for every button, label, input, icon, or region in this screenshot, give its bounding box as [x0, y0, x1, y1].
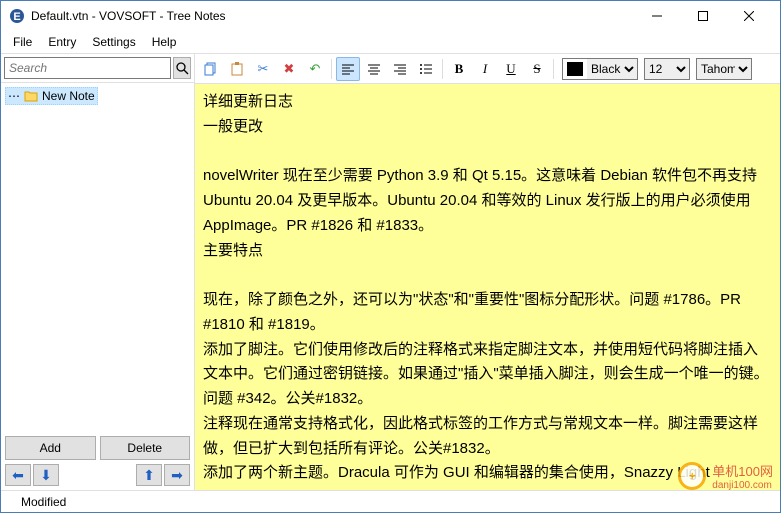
- menubar: File Entry Settings Help: [1, 31, 780, 53]
- italic-icon[interactable]: I: [473, 57, 497, 81]
- expand-icon: ⋯: [8, 89, 20, 103]
- tree-item-new-note[interactable]: ⋯ New Note: [5, 87, 98, 105]
- font-size-select[interactable]: 12: [644, 58, 690, 80]
- menu-entry[interactable]: Entry: [40, 33, 84, 51]
- menu-settings[interactable]: Settings: [84, 33, 143, 51]
- tree-view[interactable]: ⋯ New Note: [1, 83, 194, 432]
- editor-area[interactable]: 详细更新日志 一般更改 novelWriter 现在至少需要 Python 3.…: [195, 84, 780, 490]
- copy-icon[interactable]: [199, 57, 223, 81]
- watermark: + 单机100网 danji100.com: [678, 461, 773, 491]
- main-area: ⋯ New Note Add Delete ⬅ ⬇ ⬆ ➡ ✂ ✖ ↶: [1, 53, 780, 490]
- svg-text:E: E: [13, 11, 20, 23]
- color-swatch: [567, 62, 583, 76]
- nav-prev-button[interactable]: ⬅: [5, 464, 31, 486]
- cut-icon[interactable]: ✂: [251, 57, 275, 81]
- undo-icon[interactable]: ↶: [303, 57, 327, 81]
- underline-icon[interactable]: U: [499, 57, 523, 81]
- watermark-plus-icon: +: [678, 462, 706, 490]
- list-icon[interactable]: [414, 57, 438, 81]
- watermark-brand: 单机100网: [712, 461, 773, 480]
- close-button[interactable]: [726, 2, 772, 30]
- statusbar: Modified: [1, 490, 780, 512]
- separator: [553, 59, 554, 79]
- strikethrough-icon[interactable]: S: [525, 57, 549, 81]
- font-name-select[interactable]: Tahoma: [696, 58, 752, 80]
- nav-up-button[interactable]: ⬆: [136, 464, 162, 486]
- bold-icon[interactable]: B: [447, 57, 471, 81]
- paste-icon[interactable]: [225, 57, 249, 81]
- window-title: Default.vtn - VOVSOFT - Tree Notes: [31, 9, 634, 23]
- tree-button-row: Add Delete: [1, 432, 194, 464]
- delete-button[interactable]: Delete: [100, 436, 191, 460]
- nav-down-button[interactable]: ⬇: [33, 464, 59, 486]
- tree-item-label: New Note: [42, 89, 95, 103]
- watermark-site: danji100.com: [712, 480, 773, 491]
- align-center-icon[interactable]: [362, 57, 386, 81]
- app-icon: E: [9, 8, 25, 24]
- search-input[interactable]: [4, 57, 171, 79]
- status-modified: Modified: [21, 495, 66, 509]
- menu-file[interactable]: File: [5, 33, 40, 51]
- minimize-button[interactable]: [634, 2, 680, 30]
- right-panel: ✂ ✖ ↶ B I U S Black 12 Tahoma 详细更新日志 一般更…: [195, 54, 780, 490]
- left-panel: ⋯ New Note Add Delete ⬅ ⬇ ⬆ ➡: [1, 54, 195, 490]
- align-left-icon[interactable]: [336, 57, 360, 81]
- search-button[interactable]: [173, 57, 191, 79]
- clear-icon[interactable]: ✖: [277, 57, 301, 81]
- folder-icon: [24, 90, 38, 102]
- align-right-icon[interactable]: [388, 57, 412, 81]
- maximize-button[interactable]: [680, 2, 726, 30]
- separator: [331, 59, 332, 79]
- color-dropdown[interactable]: Black: [587, 59, 637, 79]
- color-select[interactable]: Black: [562, 58, 638, 80]
- add-button[interactable]: Add: [5, 436, 96, 460]
- nav-row: ⬅ ⬇ ⬆ ➡: [1, 464, 194, 490]
- search-row: [1, 54, 194, 83]
- menu-help[interactable]: Help: [144, 33, 185, 51]
- separator: [442, 59, 443, 79]
- nav-next-button[interactable]: ➡: [164, 464, 190, 486]
- titlebar: E Default.vtn - VOVSOFT - Tree Notes: [1, 1, 780, 31]
- editor-toolbar: ✂ ✖ ↶ B I U S Black 12 Tahoma: [195, 54, 780, 84]
